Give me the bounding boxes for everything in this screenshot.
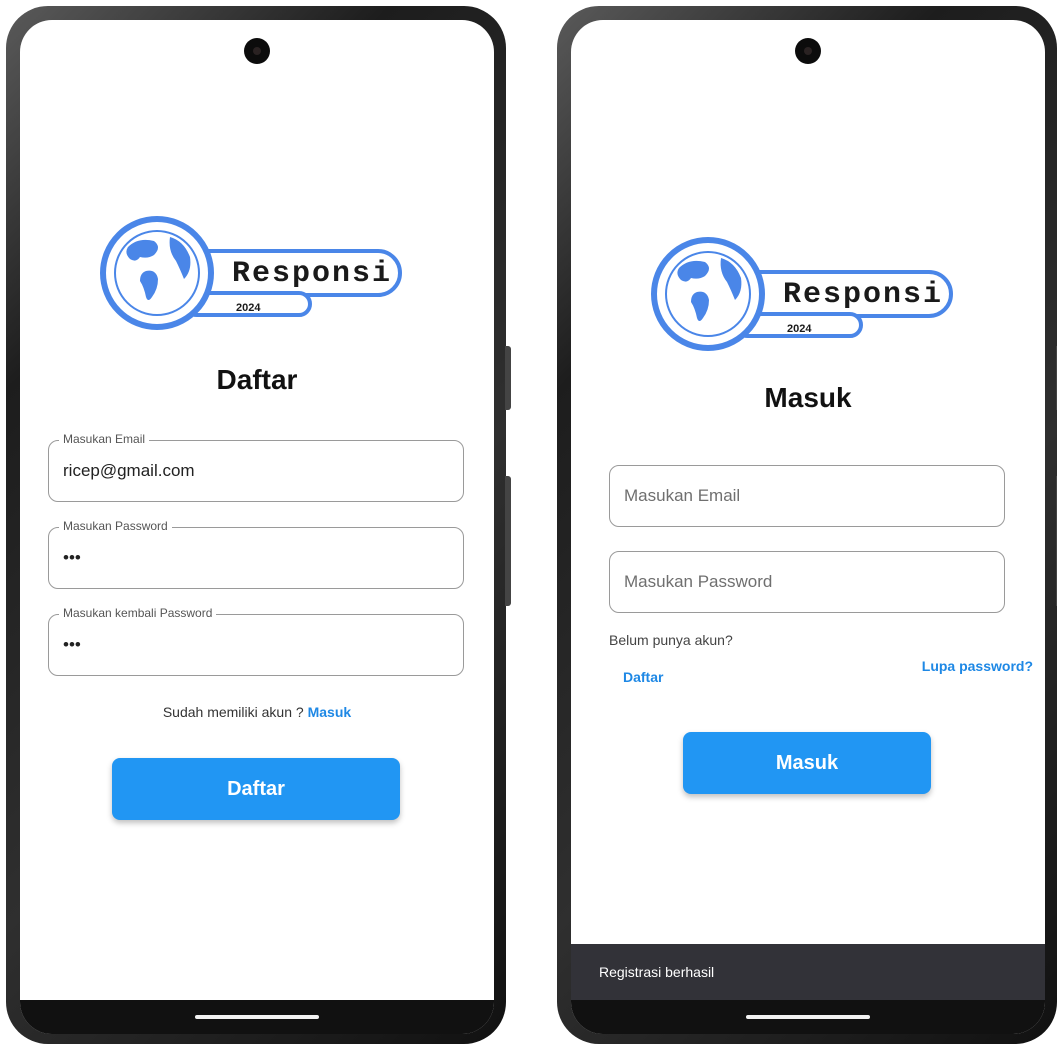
login-prompt-text: Sudah memiliki akun ? xyxy=(162,704,304,720)
no-account-text: Belum punya akun? xyxy=(609,632,733,648)
email-input[interactable] xyxy=(622,466,992,526)
register-link[interactable]: Daftar xyxy=(623,669,663,685)
email-field[interactable] xyxy=(609,465,1005,527)
snackbar: Registrasi berhasil xyxy=(571,944,1045,1000)
page-title: Masuk xyxy=(764,382,852,413)
home-gesture-bar[interactable] xyxy=(746,1015,870,1019)
register-screen: Responsi 2024 Daftar Masukan Email Masuk… xyxy=(20,20,494,1034)
page-title: Daftar xyxy=(216,364,298,395)
login-prompt: Sudah memiliki akun ? Masuk xyxy=(20,704,494,720)
password-input[interactable] xyxy=(61,528,451,588)
phone-frame-login: Responsi 2024 Masuk Belum punya akun? Da… xyxy=(557,6,1057,1044)
login-link[interactable]: Masuk xyxy=(308,704,352,720)
snackbar-message: Registrasi berhasil xyxy=(599,964,715,980)
password-input[interactable] xyxy=(622,552,992,612)
system-nav-bar xyxy=(20,1000,494,1034)
home-gesture-bar[interactable] xyxy=(195,1015,319,1019)
forgot-password-link[interactable]: Lupa password? xyxy=(922,658,1033,674)
confirm-password-field[interactable]: Masukan kembali Password xyxy=(48,606,464,676)
app-logo: Responsi 2024 xyxy=(651,237,953,351)
confirm-password-input[interactable] xyxy=(61,615,451,675)
email-field[interactable]: Masukan Email xyxy=(48,432,464,502)
login-button[interactable]: Masuk xyxy=(683,732,931,794)
app-logo: Responsi 2024 xyxy=(100,216,402,330)
logo-word: Responsi xyxy=(783,278,943,312)
logo-word: Responsi xyxy=(232,257,392,291)
front-camera xyxy=(795,38,821,64)
logo-year: 2024 xyxy=(236,302,261,314)
phone-frame-register: Responsi 2024 Daftar Masukan Email Masuk… xyxy=(6,6,511,1044)
system-nav-bar xyxy=(571,1000,1045,1034)
logo-year: 2024 xyxy=(787,323,812,335)
front-camera xyxy=(244,38,270,64)
password-field[interactable]: Masukan Password xyxy=(48,519,464,589)
password-field[interactable] xyxy=(609,551,1005,613)
volume-button xyxy=(505,346,511,410)
register-button[interactable]: Daftar xyxy=(112,758,400,820)
email-input[interactable] xyxy=(61,441,451,501)
power-button xyxy=(505,476,511,606)
login-screen: Responsi 2024 Masuk Belum punya akun? Da… xyxy=(571,20,1045,1034)
